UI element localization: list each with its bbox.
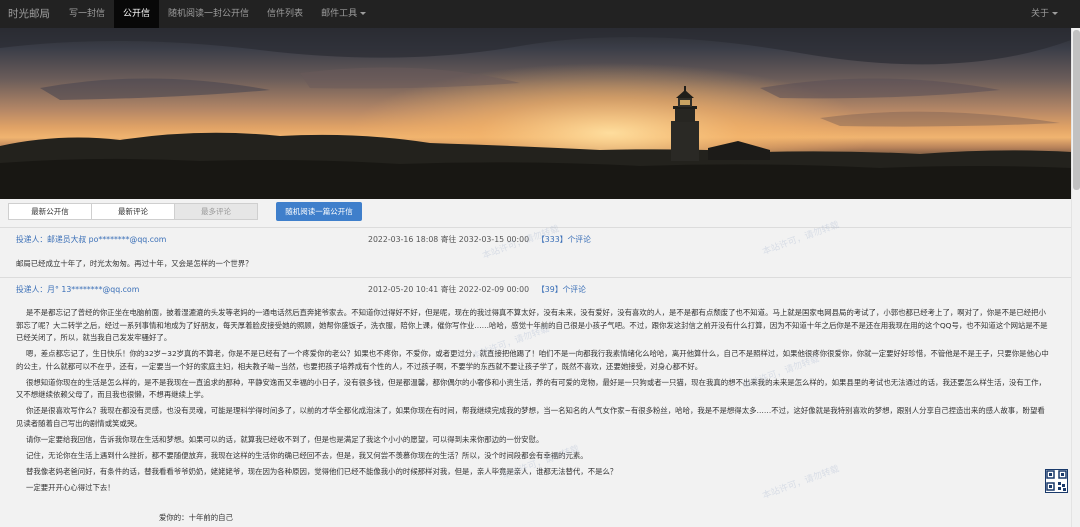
caret-down-icon (360, 12, 367, 15)
nav-mail-tools-label: 邮件工具 (321, 9, 358, 19)
tab-most-comments[interactable]: 最多评论 (174, 203, 258, 220)
letter-signature: 爱你的：十年前的自己 (159, 513, 233, 522)
tab-latest-letters[interactable]: 最新公开信 (8, 203, 92, 220)
page-scrollbar[interactable] (1071, 28, 1080, 527)
caret-down-icon (1052, 12, 1058, 15)
letter-paragraph: 嗯，差点都忘记了，生日快乐！你的32岁~32岁真的不算老，你是不是已经有了一个疼… (16, 349, 1049, 371)
top-navbar: 时光邮局 写一封信 公开信 随机阅读一封公开信 信件列表 邮件工具 关于 (0, 0, 1080, 28)
letter-paragraph: 是不是都忘记了曾经的你正坐在电脑前面，披着湿漉漉的头发等老妈的一通电话然后直奔姥… (16, 308, 1048, 342)
letter-list: 投递人：邮递员大叔 po********@qq.com 2022-03-16 1… (0, 220, 1071, 527)
scrollbar-thumb[interactable] (1073, 30, 1080, 190)
letter-author[interactable]: 投递人：月° 13********@qq.com (16, 284, 139, 295)
letter-header: 投递人：月° 13********@qq.com 2012-05-20 10:4… (0, 277, 1071, 299)
nav-about-label: 关于 (1030, 9, 1049, 19)
letter-comments-link[interactable]: 【333】个评论 (537, 234, 591, 245)
letter-author[interactable]: 投递人：邮递员大叔 po********@qq.com (16, 234, 166, 245)
letter-dates: 2012-05-20 10:41 寄往 2022-02-09 00:00 (368, 285, 530, 294)
nav-about[interactable]: 关于 (1021, 0, 1080, 28)
lighthouse-landscape-image (0, 28, 1071, 199)
letter-paragraph: 很想知道你现在的生活是怎么样的，是不是我现在一直追求的那种，平静安逸而又幸福的小… (16, 377, 1046, 400)
nav-random-read[interactable]: 随机阅读一封公开信 (159, 0, 258, 28)
letter-paragraph: 你还是很喜欢写作么？我现在都没有灵感，也没有灵魂，可能是理科学得时间多了，以前的… (16, 406, 1045, 428)
letter-paragraph: 记住，无论你在生活上遇到什么挫折，都不要随便放弃，我现在这样的生活你的确已经回不… (26, 450, 588, 460)
tab-latest-comments[interactable]: 最新评论 (91, 203, 175, 220)
random-read-button[interactable]: 随机阅读一篇公开信 (276, 202, 362, 221)
letter-paragraph: 邮局已经成立十年了，时光太匆匆。再过十年，又会是怎样的一个世界？ (16, 259, 253, 268)
qr-code-graphic (1046, 470, 1067, 491)
letter-body: 邮局已经成立十年了，时光太匆匆。再过十年，又会是怎样的一个世界？ (16, 258, 1052, 274)
letter-dates: 2022-03-16 18:08 寄往 2032-03-15 00:00 (368, 235, 530, 244)
letter-paragraph: 一定要开开心心得过下去！ (26, 482, 115, 492)
letter-body: 是不是都忘记了曾经的你正坐在电脑前面，披着湿漉漉的头发等老妈的一通电话然后直奔姥… (16, 307, 1052, 498)
site-brand[interactable]: 时光邮局 (0, 0, 60, 28)
nav-public-letters[interactable]: 公开信 (114, 0, 160, 28)
nav-mail-tools[interactable]: 邮件工具 (312, 0, 375, 28)
letter-comments-link[interactable]: 【39】个评论 (537, 284, 586, 295)
nav-letter-list[interactable]: 信件列表 (258, 0, 312, 28)
hero-banner (0, 28, 1071, 199)
letter-paragraph: 请你一定要给我回信，告诉我你现在生活和梦想。如果可以的话，就算我已经收不到了，但… (26, 434, 544, 444)
letter-header: 投递人：邮递员大叔 po********@qq.com 2022-03-16 1… (0, 227, 1071, 249)
letter-tabs: 最新公开信 最新评论 最多评论 随机阅读一篇公开信 (0, 199, 1071, 225)
letter-paragraph: 替我像老妈老爸问好，有条件的话，替我看看爷爷奶奶，姥姥姥爷，现在因为各种原因，觉… (26, 466, 618, 476)
nav-write-letter[interactable]: 写一封信 (60, 0, 114, 28)
qr-code-icon[interactable] (1045, 469, 1068, 493)
